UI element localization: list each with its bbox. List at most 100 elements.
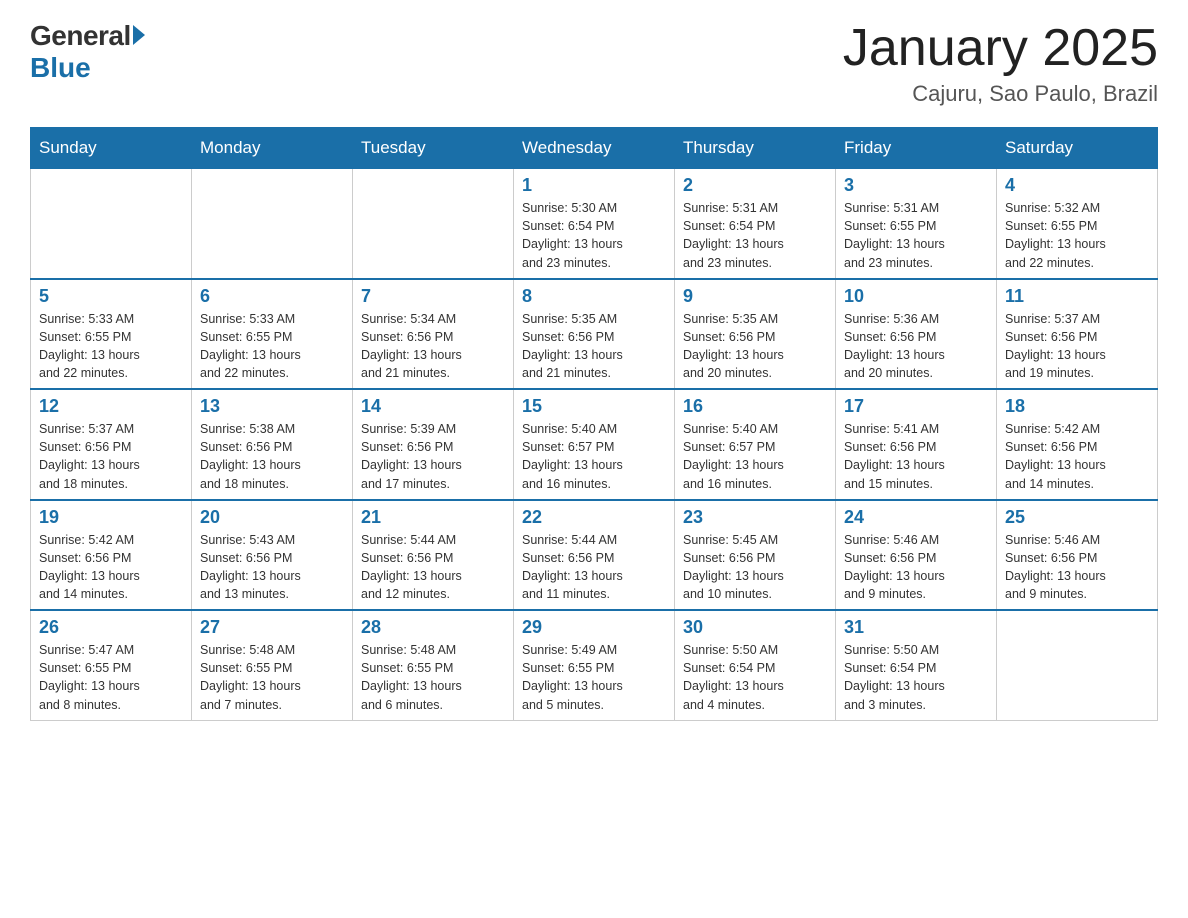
day-number: 1 xyxy=(522,175,666,196)
calendar-cell xyxy=(997,610,1158,720)
day-number: 20 xyxy=(200,507,344,528)
day-number: 11 xyxy=(1005,286,1149,307)
day-info: Sunrise: 5:40 AM Sunset: 6:57 PM Dayligh… xyxy=(522,420,666,493)
day-info: Sunrise: 5:31 AM Sunset: 6:54 PM Dayligh… xyxy=(683,199,827,272)
calendar-cell: 26 Sunrise: 5:47 AM Sunset: 6:55 PM Dayli… xyxy=(31,610,192,720)
calendar-cell: 29Sunrise: 5:49 AM Sunset: 6:55 PM Dayli… xyxy=(514,610,675,720)
day-number: 13 xyxy=(200,396,344,417)
calendar-cell: 22Sunrise: 5:44 AM Sunset: 6:56 PM Dayli… xyxy=(514,500,675,611)
day-number: 12 xyxy=(39,396,183,417)
day-info: Sunrise: 5:48 AM Sunset: 6:55 PM Dayligh… xyxy=(361,641,505,714)
calendar-cell: 15 Sunrise: 5:40 AM Sunset: 6:57 PM Dayli… xyxy=(514,389,675,500)
day-number: 21 xyxy=(361,507,505,528)
week-row-2: 5Sunrise: 5:33 AM Sunset: 6:55 PM Daylig… xyxy=(31,279,1158,390)
day-number: 26 xyxy=(39,617,183,638)
logo-general-text: General xyxy=(30,20,131,52)
day-info: Sunrise: 5:40 AM Sunset: 6:57 PM Dayligh… xyxy=(683,420,827,493)
day-info: Sunrise: 5:47 AM Sunset: 6:55 PM Dayligh… xyxy=(39,641,183,714)
day-info: Sunrise: 5:33 AM Sunset: 6:55 PM Dayligh… xyxy=(200,310,344,383)
day-number: 31 xyxy=(844,617,988,638)
day-info: Sunrise: 5:43 AM Sunset: 6:56 PM Dayligh… xyxy=(200,531,344,604)
calendar-table: SundayMondayTuesdayWednesdayThursdayFrid… xyxy=(30,127,1158,721)
calendar-cell: 8 Sunrise: 5:35 AM Sunset: 6:56 PM Daylig… xyxy=(514,279,675,390)
day-number: 4 xyxy=(1005,175,1149,196)
day-header-wednesday: Wednesday xyxy=(514,128,675,169)
day-info: Sunrise: 5:46 AM Sunset: 6:56 PM Dayligh… xyxy=(844,531,988,604)
calendar-cell: 30Sunrise: 5:50 AM Sunset: 6:54 PM Dayli… xyxy=(675,610,836,720)
day-number: 24 xyxy=(844,507,988,528)
logo: General Blue xyxy=(30,20,145,84)
day-number: 6 xyxy=(200,286,344,307)
calendar-cell: 12Sunrise: 5:37 AM Sunset: 6:56 PM Dayli… xyxy=(31,389,192,500)
calendar-cell: 16 Sunrise: 5:40 AM Sunset: 6:57 PM Dayli… xyxy=(675,389,836,500)
day-info: Sunrise: 5:37 AM Sunset: 6:56 PM Dayligh… xyxy=(1005,310,1149,383)
day-header-sunday: Sunday xyxy=(31,128,192,169)
week-row-4: 19Sunrise: 5:42 AM Sunset: 6:56 PM Dayli… xyxy=(31,500,1158,611)
calendar-cell: 9 Sunrise: 5:35 AM Sunset: 6:56 PM Daylig… xyxy=(675,279,836,390)
logo-arrow-icon xyxy=(133,25,145,45)
day-number: 19 xyxy=(39,507,183,528)
day-number: 3 xyxy=(844,175,988,196)
calendar-cell: 2 Sunrise: 5:31 AM Sunset: 6:54 PM Daylig… xyxy=(675,169,836,279)
day-info: Sunrise: 5:45 AM Sunset: 6:56 PM Dayligh… xyxy=(683,531,827,604)
day-info: Sunrise: 5:46 AM Sunset: 6:56 PM Dayligh… xyxy=(1005,531,1149,604)
day-info: Sunrise: 5:39 AM Sunset: 6:56 PM Dayligh… xyxy=(361,420,505,493)
day-info: Sunrise: 5:38 AM Sunset: 6:56 PM Dayligh… xyxy=(200,420,344,493)
day-number: 9 xyxy=(683,286,827,307)
day-number: 16 xyxy=(683,396,827,417)
day-number: 22 xyxy=(522,507,666,528)
day-info: Sunrise: 5:32 AM Sunset: 6:55 PM Dayligh… xyxy=(1005,199,1149,272)
day-number: 8 xyxy=(522,286,666,307)
calendar-cell xyxy=(31,169,192,279)
title-block: January 2025 Cajuru, Sao Paulo, Brazil xyxy=(843,20,1158,107)
day-number: 23 xyxy=(683,507,827,528)
calendar-cell: 28 Sunrise: 5:48 AM Sunset: 6:55 PM Dayli… xyxy=(353,610,514,720)
calendar-cell: 14 Sunrise: 5:39 AM Sunset: 6:56 PM Dayli… xyxy=(353,389,514,500)
calendar-cell: 21Sunrise: 5:44 AM Sunset: 6:56 PM Dayli… xyxy=(353,500,514,611)
calendar-cell: 31 Sunrise: 5:50 AM Sunset: 6:54 PM Dayli… xyxy=(836,610,997,720)
day-info: Sunrise: 5:50 AM Sunset: 6:54 PM Dayligh… xyxy=(683,641,827,714)
day-number: 15 xyxy=(522,396,666,417)
day-info: Sunrise: 5:36 AM Sunset: 6:56 PM Dayligh… xyxy=(844,310,988,383)
calendar-cell: 24 Sunrise: 5:46 AM Sunset: 6:56 PM Dayli… xyxy=(836,500,997,611)
day-number: 17 xyxy=(844,396,988,417)
calendar-cell: 6 Sunrise: 5:33 AM Sunset: 6:55 PM Daylig… xyxy=(192,279,353,390)
logo-blue-text: Blue xyxy=(30,52,145,84)
calendar-cell: 11 Sunrise: 5:37 AM Sunset: 6:56 PM Dayli… xyxy=(997,279,1158,390)
week-row-1: 1Sunrise: 5:30 AM Sunset: 6:54 PM Daylig… xyxy=(31,169,1158,279)
week-row-5: 26 Sunrise: 5:47 AM Sunset: 6:55 PM Dayli… xyxy=(31,610,1158,720)
day-info: Sunrise: 5:41 AM Sunset: 6:56 PM Dayligh… xyxy=(844,420,988,493)
day-number: 18 xyxy=(1005,396,1149,417)
page-header: General Blue January 2025 Cajuru, Sao Pa… xyxy=(30,20,1158,107)
calendar-subtitle: Cajuru, Sao Paulo, Brazil xyxy=(843,81,1158,107)
calendar-cell: 17 Sunrise: 5:41 AM Sunset: 6:56 PM Dayli… xyxy=(836,389,997,500)
calendar-cell: 19Sunrise: 5:42 AM Sunset: 6:56 PM Dayli… xyxy=(31,500,192,611)
calendar-cell: 25Sunrise: 5:46 AM Sunset: 6:56 PM Dayli… xyxy=(997,500,1158,611)
day-header-tuesday: Tuesday xyxy=(353,128,514,169)
day-info: Sunrise: 5:48 AM Sunset: 6:55 PM Dayligh… xyxy=(200,641,344,714)
day-info: Sunrise: 5:50 AM Sunset: 6:54 PM Dayligh… xyxy=(844,641,988,714)
day-info: Sunrise: 5:31 AM Sunset: 6:55 PM Dayligh… xyxy=(844,199,988,272)
day-info: Sunrise: 5:42 AM Sunset: 6:56 PM Dayligh… xyxy=(1005,420,1149,493)
calendar-cell xyxy=(353,169,514,279)
day-number: 29 xyxy=(522,617,666,638)
day-number: 10 xyxy=(844,286,988,307)
day-header-thursday: Thursday xyxy=(675,128,836,169)
week-row-3: 12Sunrise: 5:37 AM Sunset: 6:56 PM Dayli… xyxy=(31,389,1158,500)
calendar-cell: 18 Sunrise: 5:42 AM Sunset: 6:56 PM Dayli… xyxy=(997,389,1158,500)
calendar-cell: 7Sunrise: 5:34 AM Sunset: 6:56 PM Daylig… xyxy=(353,279,514,390)
day-info: Sunrise: 5:35 AM Sunset: 6:56 PM Dayligh… xyxy=(522,310,666,383)
day-info: Sunrise: 5:34 AM Sunset: 6:56 PM Dayligh… xyxy=(361,310,505,383)
day-number: 28 xyxy=(361,617,505,638)
calendar-cell: 3 Sunrise: 5:31 AM Sunset: 6:55 PM Daylig… xyxy=(836,169,997,279)
calendar-cell: 27Sunrise: 5:48 AM Sunset: 6:55 PM Dayli… xyxy=(192,610,353,720)
day-header-row: SundayMondayTuesdayWednesdayThursdayFrid… xyxy=(31,128,1158,169)
day-info: Sunrise: 5:35 AM Sunset: 6:56 PM Dayligh… xyxy=(683,310,827,383)
day-header-friday: Friday xyxy=(836,128,997,169)
day-number: 2 xyxy=(683,175,827,196)
day-number: 14 xyxy=(361,396,505,417)
day-header-monday: Monday xyxy=(192,128,353,169)
calendar-cell: 5Sunrise: 5:33 AM Sunset: 6:55 PM Daylig… xyxy=(31,279,192,390)
calendar-title: January 2025 xyxy=(843,20,1158,77)
day-header-saturday: Saturday xyxy=(997,128,1158,169)
